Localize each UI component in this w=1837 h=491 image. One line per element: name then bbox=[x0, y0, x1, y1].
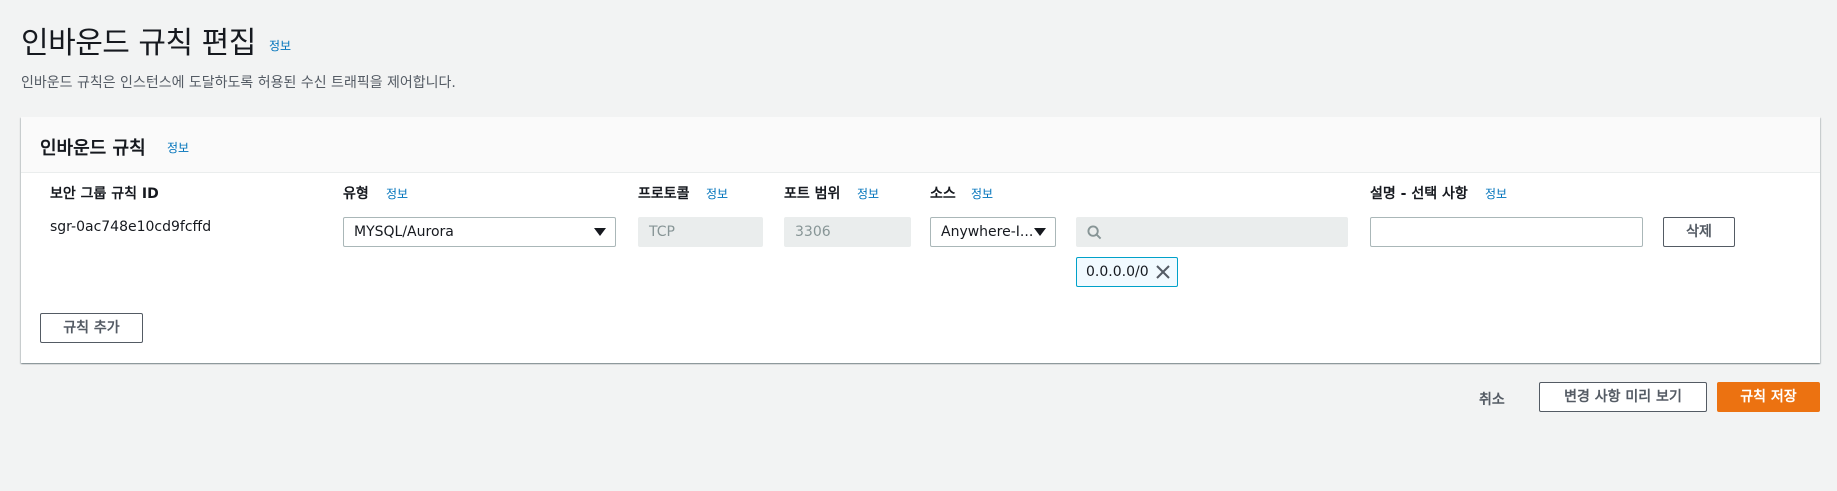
panel-info-link[interactable]: 정보 bbox=[167, 139, 189, 156]
preview-changes-button[interactable]: 변경 사항 미리 보기 bbox=[1539, 382, 1707, 412]
type-select-value: MYSQL/Aurora bbox=[354, 224, 454, 240]
description-input[interactable] bbox=[1370, 217, 1643, 247]
caret-down-icon bbox=[594, 228, 606, 236]
column-header-port-range: 포트 범위 bbox=[784, 186, 841, 202]
save-rules-button[interactable]: 규칙 저장 bbox=[1717, 382, 1820, 412]
add-rule-button[interactable]: 규칙 추가 bbox=[40, 313, 143, 343]
source-search-input[interactable] bbox=[1076, 217, 1348, 247]
column-header-rule-id: 보안 그룹 규칙 ID bbox=[50, 186, 159, 202]
port-range-field: 3306 bbox=[784, 217, 911, 247]
page-title-info-link[interactable]: 정보 bbox=[269, 37, 291, 54]
source-info-link[interactable]: 정보 bbox=[971, 185, 993, 202]
column-header-type: 유형 bbox=[343, 186, 369, 202]
source-type-select[interactable]: Anywhere-I... bbox=[930, 217, 1056, 247]
page-description: 인바운드 규칙은 인스턴스에 도달하도록 허용된 수신 트래픽을 제어합니다. bbox=[21, 75, 456, 91]
edit-inbound-rules-page: 인바운드 규칙 편집 정보 인바운드 규칙은 인스턴스에 도달하도록 허용된 수… bbox=[0, 0, 1837, 491]
port-range-info-link[interactable]: 정보 bbox=[857, 185, 879, 202]
inbound-rules-panel: 인바운드 규칙 정보 보안 그룹 규칙 ID 유형 정보 프로토콜 정보 포트 … bbox=[21, 117, 1820, 363]
rule-id-value: sgr-0ac748e10cd9fcffd bbox=[50, 219, 212, 235]
panel-header: 인바운드 규칙 정보 bbox=[21, 117, 1820, 173]
protocol-field: TCP bbox=[638, 217, 763, 247]
delete-rule-button[interactable]: 삭제 bbox=[1663, 217, 1735, 247]
search-icon bbox=[1087, 225, 1102, 240]
protocol-info-link[interactable]: 정보 bbox=[706, 185, 728, 202]
page-title: 인바운드 규칙 편집 bbox=[21, 26, 256, 61]
panel-title: 인바운드 규칙 bbox=[40, 138, 146, 159]
type-info-link[interactable]: 정보 bbox=[386, 185, 408, 202]
source-type-value: Anywhere-I... bbox=[941, 224, 1034, 240]
source-cidr-token: 0.0.0.0/0 bbox=[1076, 257, 1178, 287]
column-header-protocol: 프로토콜 bbox=[638, 186, 690, 202]
source-cidr-value: 0.0.0.0/0 bbox=[1086, 264, 1149, 280]
type-select[interactable]: MYSQL/Aurora bbox=[343, 217, 616, 247]
column-header-source: 소스 bbox=[930, 186, 956, 202]
cancel-button[interactable]: 취소 bbox=[1479, 389, 1505, 409]
column-header-description: 설명 - 선택 사항 bbox=[1370, 186, 1468, 202]
description-info-link[interactable]: 정보 bbox=[1485, 185, 1507, 202]
caret-down-icon bbox=[1034, 228, 1046, 236]
close-icon[interactable] bbox=[1155, 264, 1171, 280]
